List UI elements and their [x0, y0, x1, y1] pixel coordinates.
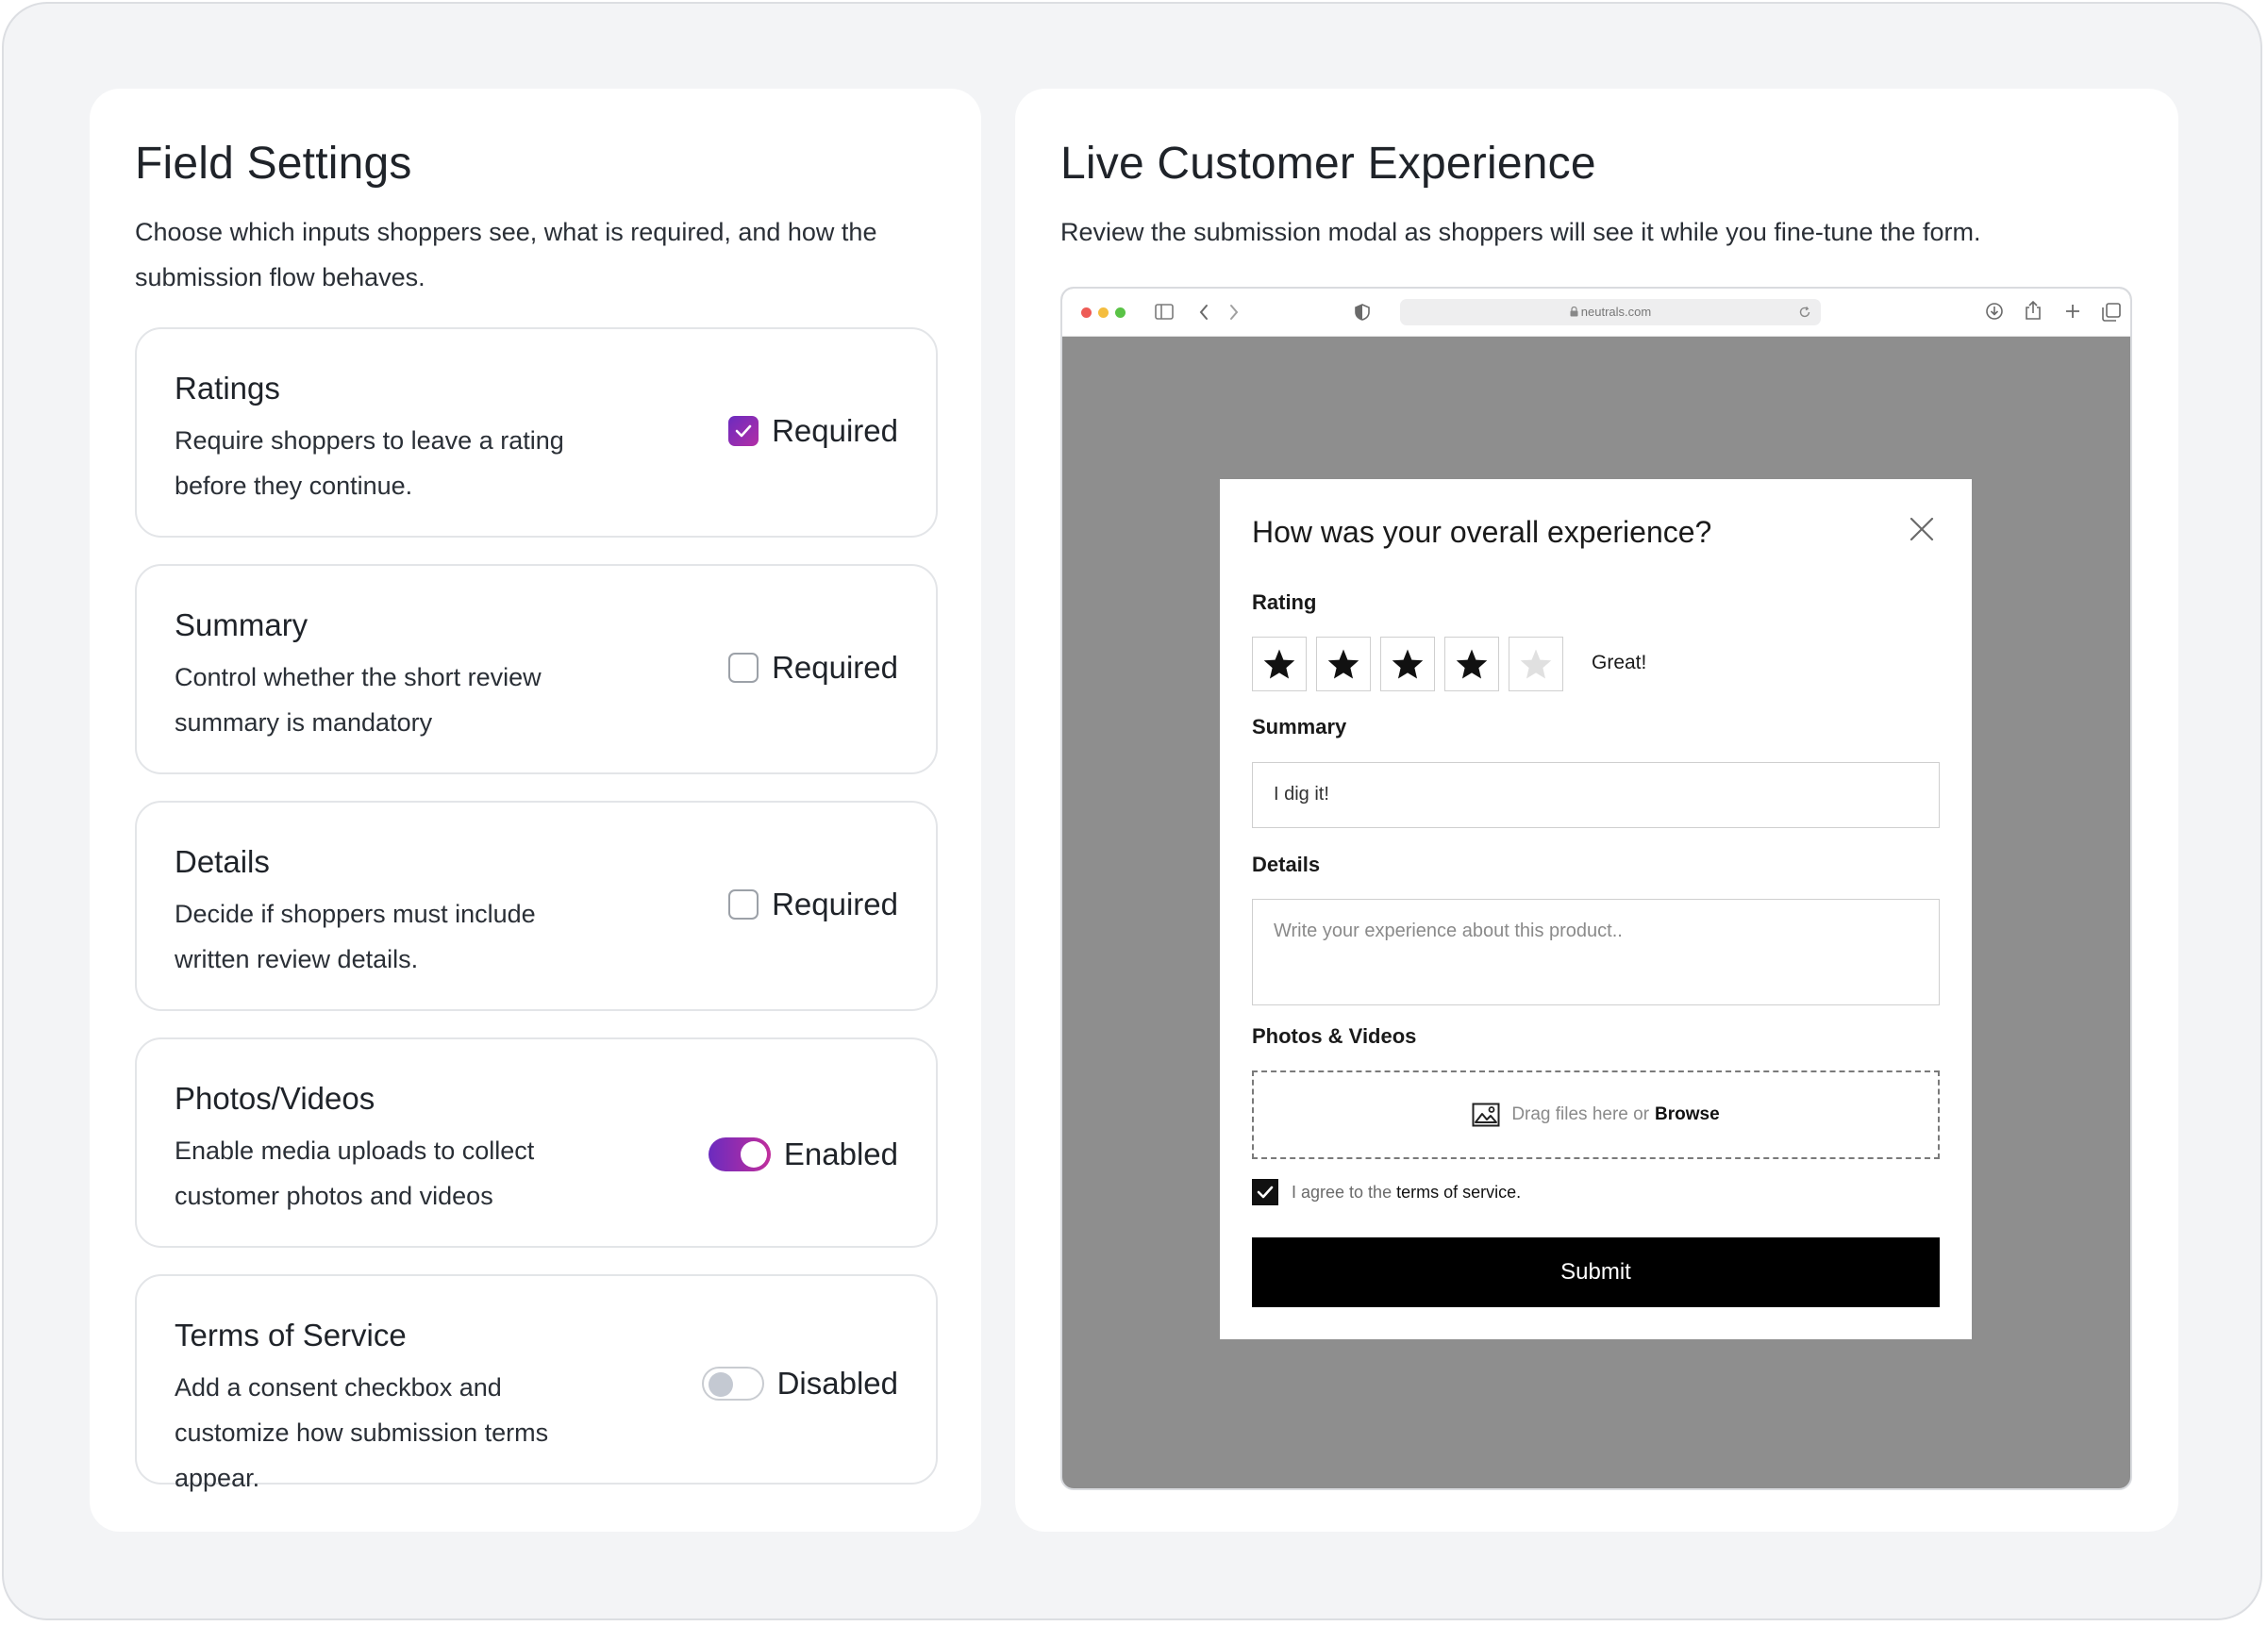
- image-icon: [1472, 1103, 1500, 1127]
- terms-checkbox[interactable]: [1252, 1179, 1278, 1205]
- modal-title: How was your overall experience?: [1252, 515, 1712, 549]
- back-arrow-icon[interactable]: [1198, 304, 1209, 321]
- sidebar-icon[interactable]: [1155, 304, 1174, 320]
- disabled-label: Disabled: [776, 1366, 898, 1401]
- field-settings-title: Field Settings: [135, 139, 412, 189]
- download-icon[interactable]: [1985, 302, 2004, 321]
- agree-text: I agree to the: [1292, 1182, 1392, 1202]
- new-tab-icon[interactable]: [2064, 303, 2081, 320]
- submit-button[interactable]: Submit: [1252, 1237, 1940, 1307]
- setting-card-ratings: Ratings Require shoppers to leave a rati…: [135, 327, 938, 538]
- star-1-button[interactable]: [1252, 637, 1307, 691]
- field-settings-subtitle: Choose which inputs shoppers see, what i…: [135, 218, 877, 291]
- setting-card-description: Decide if shoppers must include written …: [175, 900, 536, 973]
- setting-card-photos-videos: Photos/Videos Enable media uploads to co…: [135, 1037, 938, 1248]
- star-empty-icon: [1520, 649, 1552, 679]
- field-settings-panel: Field Settings Choose which inputs shopp…: [90, 89, 981, 1532]
- ratings-required-control[interactable]: Required: [728, 412, 898, 450]
- url-bar[interactable]: neutrals.com: [1400, 299, 1821, 325]
- refresh-icon[interactable]: [1798, 306, 1811, 319]
- setting-card-description: Require shoppers to leave a rating befor…: [175, 426, 564, 500]
- browse-link[interactable]: Browse: [1655, 1104, 1720, 1125]
- required-label: Required: [772, 650, 898, 685]
- minimize-window-dot[interactable]: [1098, 307, 1109, 318]
- details-required-control[interactable]: Required: [728, 886, 898, 923]
- file-dropzone[interactable]: Drag files here or Browse: [1252, 1070, 1940, 1159]
- rating-text: Great!: [1592, 652, 1647, 673]
- browser-toolbar: neutrals.com: [1062, 289, 2130, 337]
- setting-card-details: Details Decide if shoppers must include …: [135, 801, 938, 1011]
- details-textarea[interactable]: Write your experience about this product…: [1252, 899, 1940, 1005]
- share-icon[interactable]: [2025, 300, 2042, 321]
- terms-toggle[interactable]: [701, 1367, 764, 1401]
- terms-agreement: I agree to the terms of service.: [1252, 1179, 1521, 1205]
- forward-arrow-icon[interactable]: [1228, 304, 1240, 321]
- star-5-button[interactable]: [1509, 637, 1563, 691]
- checkmark-icon: [735, 424, 752, 438]
- summary-required-control[interactable]: Required: [728, 649, 898, 687]
- setting-card-title: Summary: [175, 607, 309, 642]
- star-3-button[interactable]: [1380, 637, 1435, 691]
- summary-required-checkbox[interactable]: [728, 653, 759, 683]
- close-icon[interactable]: [1909, 517, 1934, 541]
- setting-card-description: Add a consent checkbox and customize how…: [175, 1373, 549, 1492]
- setting-card-title: Terms of Service: [175, 1318, 407, 1352]
- live-preview-subtitle: Review the submission modal as shoppers …: [1060, 218, 1981, 246]
- tabs-overview-icon[interactable]: [2102, 303, 2121, 322]
- close-window-dot[interactable]: [1081, 307, 1092, 318]
- setting-card-description: Control whether the short review summary…: [175, 663, 542, 737]
- live-preview-title: Live Customer Experience: [1060, 139, 1596, 189]
- shield-icon[interactable]: [1355, 304, 1370, 321]
- photos-videos-label: Photos & Videos: [1252, 1024, 1417, 1048]
- lock-icon: [1570, 306, 1578, 317]
- url-text: neutrals.com: [1580, 305, 1652, 319]
- required-label: Required: [772, 413, 898, 448]
- setting-card-terms-of-service: Terms of Service Add a consent checkbox …: [135, 1274, 938, 1492]
- star-filled-icon: [1263, 649, 1295, 679]
- photos-videos-toggle[interactable]: [708, 1137, 771, 1171]
- checkmark-icon: [1257, 1186, 1274, 1199]
- setting-card-title: Ratings: [175, 371, 280, 406]
- rating-label: Rating: [1252, 590, 1317, 614]
- terms-link[interactable]: terms of service.: [1396, 1183, 1521, 1202]
- terms-toggle-control[interactable]: Disabled: [701, 1365, 898, 1402]
- star-4-button[interactable]: [1444, 637, 1499, 691]
- required-label: Required: [772, 887, 898, 921]
- setting-card-title: Photos/Videos: [175, 1081, 375, 1116]
- toggle-knob: [740, 1141, 767, 1168]
- star-filled-icon: [1392, 649, 1424, 679]
- star-2-button[interactable]: [1316, 637, 1371, 691]
- star-filled-icon: [1327, 649, 1359, 679]
- browser-mockup: neutrals.com How was your overall experi…: [1060, 287, 2132, 1490]
- details-label: Details: [1252, 853, 1321, 876]
- enabled-label: Enabled: [783, 1137, 898, 1171]
- photos-videos-toggle-control[interactable]: Enabled: [708, 1136, 898, 1173]
- details-required-checkbox[interactable]: [728, 889, 759, 920]
- review-modal: How was your overall experience? Rating …: [1220, 479, 1972, 1339]
- live-preview-panel: Live Customer Experience Review the subm…: [1015, 89, 2178, 1532]
- star-rating[interactable]: [1252, 637, 1563, 691]
- star-filled-icon: [1456, 649, 1488, 679]
- summary-input[interactable]: I dig it!: [1252, 762, 1940, 828]
- summary-label: Summary: [1252, 715, 1347, 738]
- setting-card-description: Enable media uploads to collect customer…: [175, 1137, 535, 1210]
- ratings-required-checkbox[interactable]: [728, 416, 759, 446]
- drop-text: Drag files here or: [1511, 1104, 1650, 1124]
- setting-card-title: Details: [175, 844, 270, 879]
- setting-card-summary: Summary Control whether the short review…: [135, 564, 938, 774]
- toggle-knob: [708, 1372, 733, 1397]
- maximize-window-dot[interactable]: [1115, 307, 1126, 318]
